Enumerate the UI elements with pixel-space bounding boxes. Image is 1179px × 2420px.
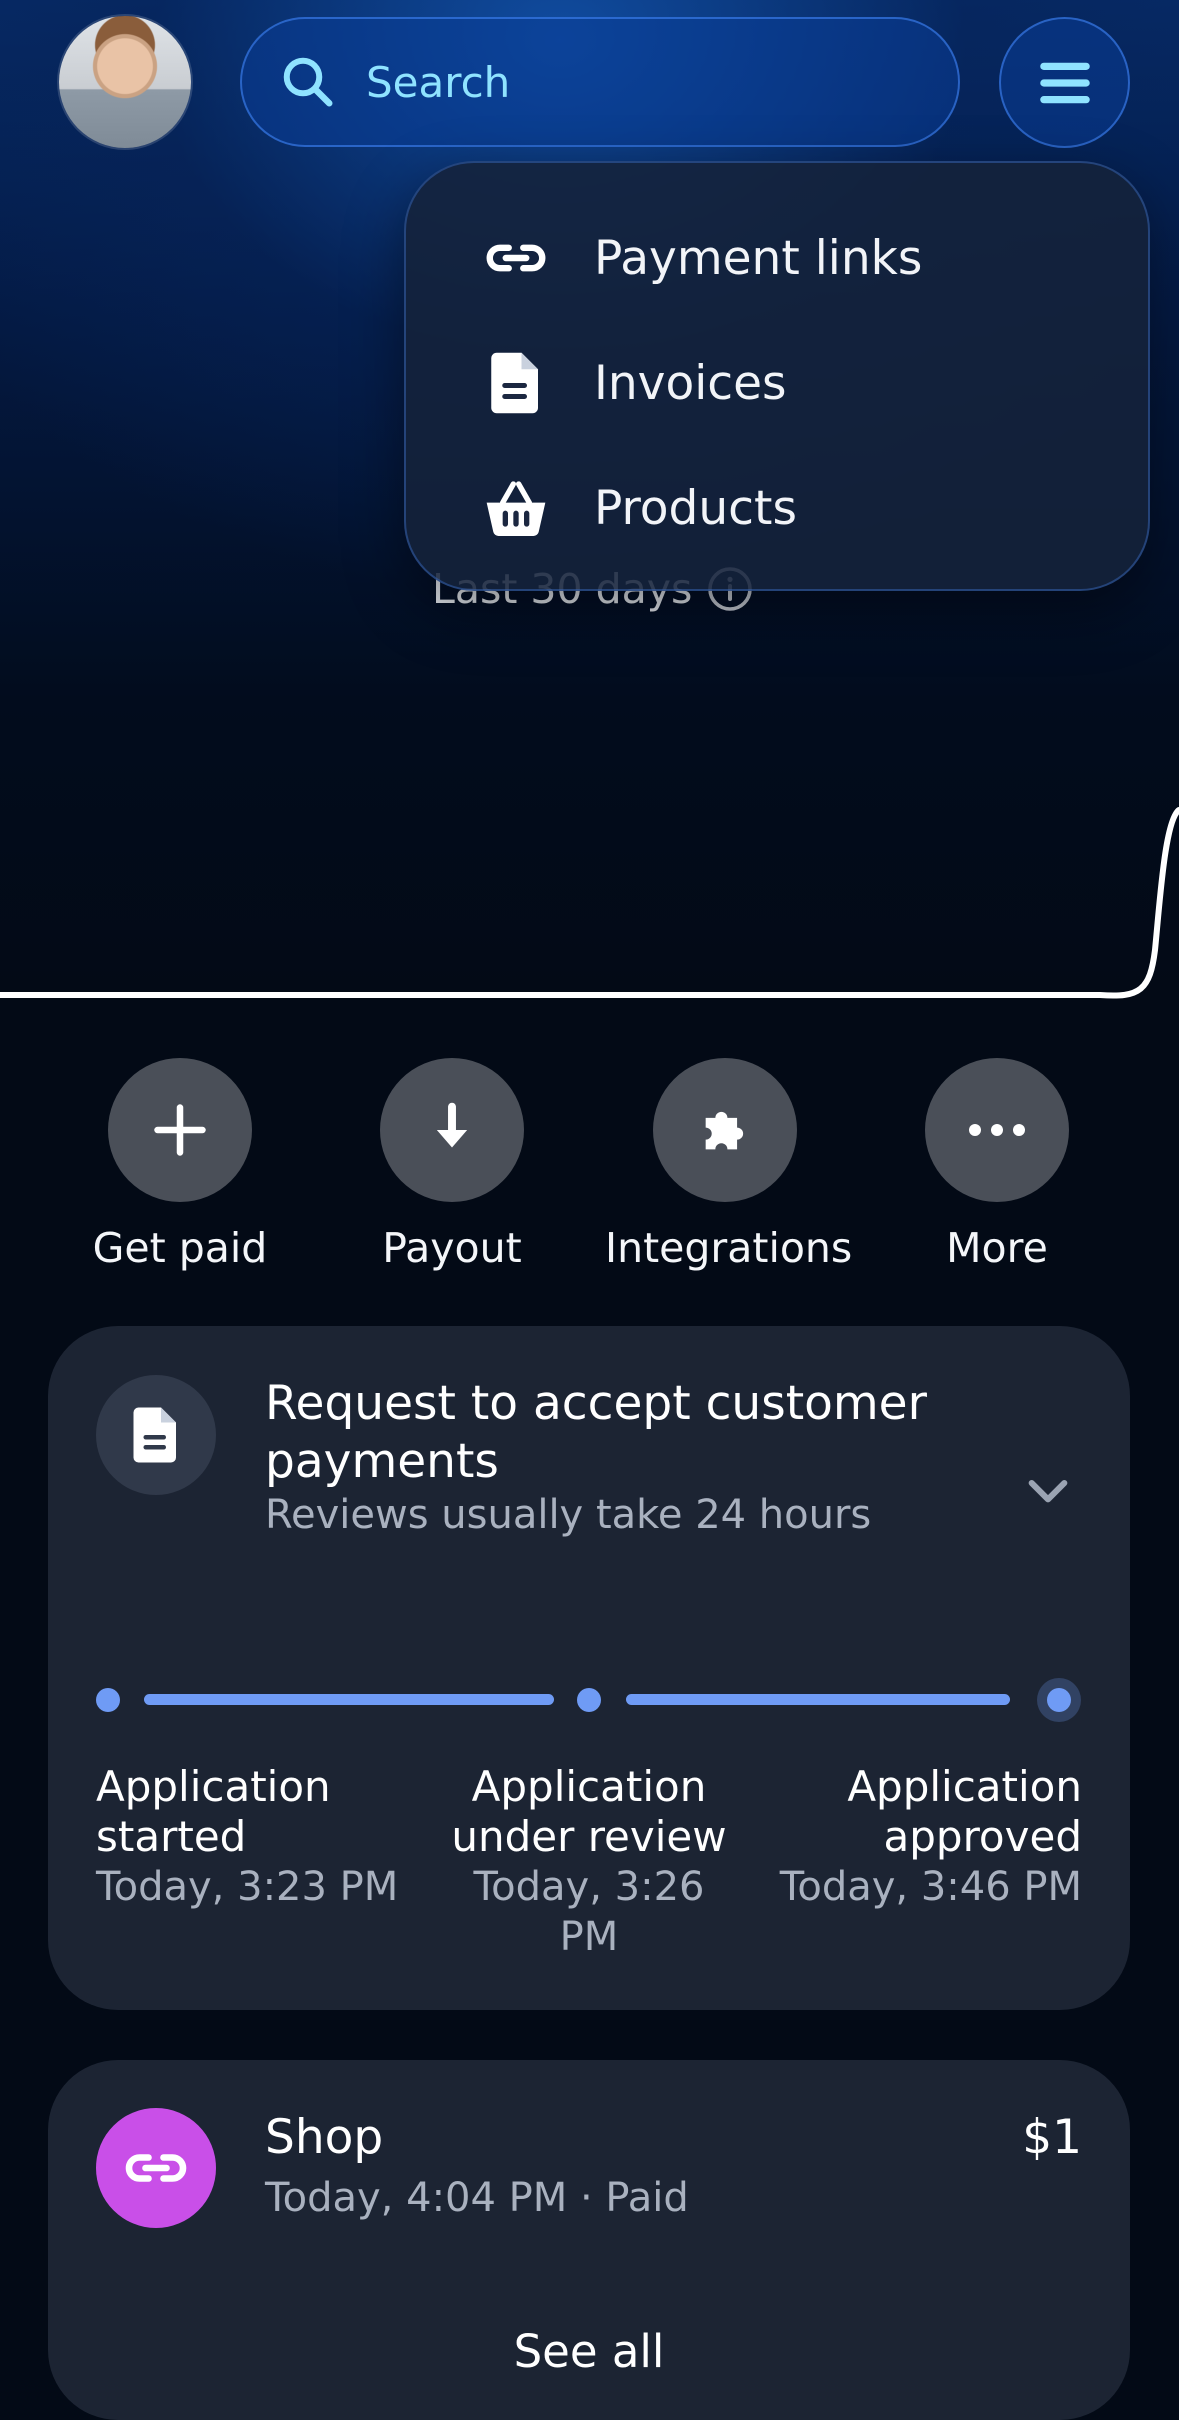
balance-line-chart bbox=[0, 807, 1179, 999]
menu-button[interactable] bbox=[999, 17, 1130, 148]
step-title: Application started bbox=[96, 1762, 331, 1861]
payout-button[interactable]: Payout bbox=[332, 1058, 572, 1272]
step-time: Today, 3:23 PM bbox=[96, 1864, 399, 1910]
see-all-link[interactable]: See all bbox=[48, 2325, 1130, 2378]
integrations-button[interactable]: Integrations bbox=[605, 1058, 853, 1272]
progress-bar-segment bbox=[626, 1694, 1010, 1705]
download-arrow-icon bbox=[436, 1102, 468, 1148]
transaction-subtitle: Today, 4:04 PM · Paid bbox=[265, 2175, 689, 2221]
step-dot-review bbox=[577, 1688, 601, 1712]
menu-item-payment-links[interactable]: Payment links bbox=[476, 213, 922, 303]
step-time: Today, 3:26 PM bbox=[473, 1864, 705, 1960]
step-started: Application started Today, 3:23 PM bbox=[96, 1762, 436, 1912]
request-subtitle: Reviews usually take 24 hours bbox=[265, 1492, 872, 1538]
step-under-review: Application under review Today, 3:26 PM bbox=[445, 1762, 733, 1962]
step-title: Application approved bbox=[847, 1762, 1082, 1861]
menu-item-label: Products bbox=[594, 480, 797, 536]
avatar[interactable] bbox=[59, 16, 191, 148]
document-icon bbox=[491, 352, 538, 414]
request-title: Request to accept customer payments bbox=[265, 1376, 927, 1489]
menu-item-products[interactable]: Products bbox=[476, 463, 797, 553]
hamburger-menu-icon bbox=[1039, 62, 1090, 103]
step-dot-approved bbox=[1047, 1688, 1071, 1712]
action-label: Get paid bbox=[92, 1224, 268, 1272]
chevron-down-icon[interactable] bbox=[1020, 1462, 1076, 1518]
create-menu-dropdown: Payment links Invoices Products bbox=[404, 161, 1150, 591]
link-icon bbox=[486, 244, 546, 272]
get-paid-button[interactable]: Get paid bbox=[60, 1058, 300, 1272]
basket-icon bbox=[486, 481, 546, 537]
menu-item-label: Payment links bbox=[594, 230, 923, 286]
step-dot-started bbox=[96, 1688, 120, 1712]
more-dots-icon bbox=[969, 1124, 1025, 1136]
transaction-amount: $1 bbox=[1022, 2110, 1082, 2165]
progress-bar-segment bbox=[144, 1694, 554, 1705]
link-icon bbox=[125, 2154, 187, 2182]
search-icon bbox=[283, 57, 333, 107]
more-button[interactable]: More bbox=[877, 1058, 1117, 1272]
balance-line bbox=[0, 807, 1179, 999]
action-label: Payout bbox=[382, 1224, 522, 1272]
menu-item-label: Invoices bbox=[594, 355, 787, 411]
document-icon-badge bbox=[96, 1375, 216, 1495]
plus-icon bbox=[154, 1104, 206, 1156]
puzzle-icon bbox=[705, 1111, 744, 1150]
step-title: Application under review bbox=[451, 1762, 727, 1861]
menu-item-invoices[interactable]: Invoices bbox=[476, 338, 787, 428]
step-time: Today, 3:46 PM bbox=[779, 1864, 1082, 1910]
document-icon bbox=[133, 1407, 176, 1463]
search-input[interactable] bbox=[364, 56, 928, 108]
payment-link-badge bbox=[96, 2108, 216, 2228]
step-approved: Application approved Today, 3:46 PM bbox=[740, 1762, 1082, 1912]
search-bar[interactable] bbox=[240, 17, 960, 147]
action-label: More bbox=[946, 1224, 1048, 1272]
transaction-title[interactable]: Shop bbox=[265, 2110, 383, 2165]
action-label: Integrations bbox=[605, 1224, 853, 1272]
